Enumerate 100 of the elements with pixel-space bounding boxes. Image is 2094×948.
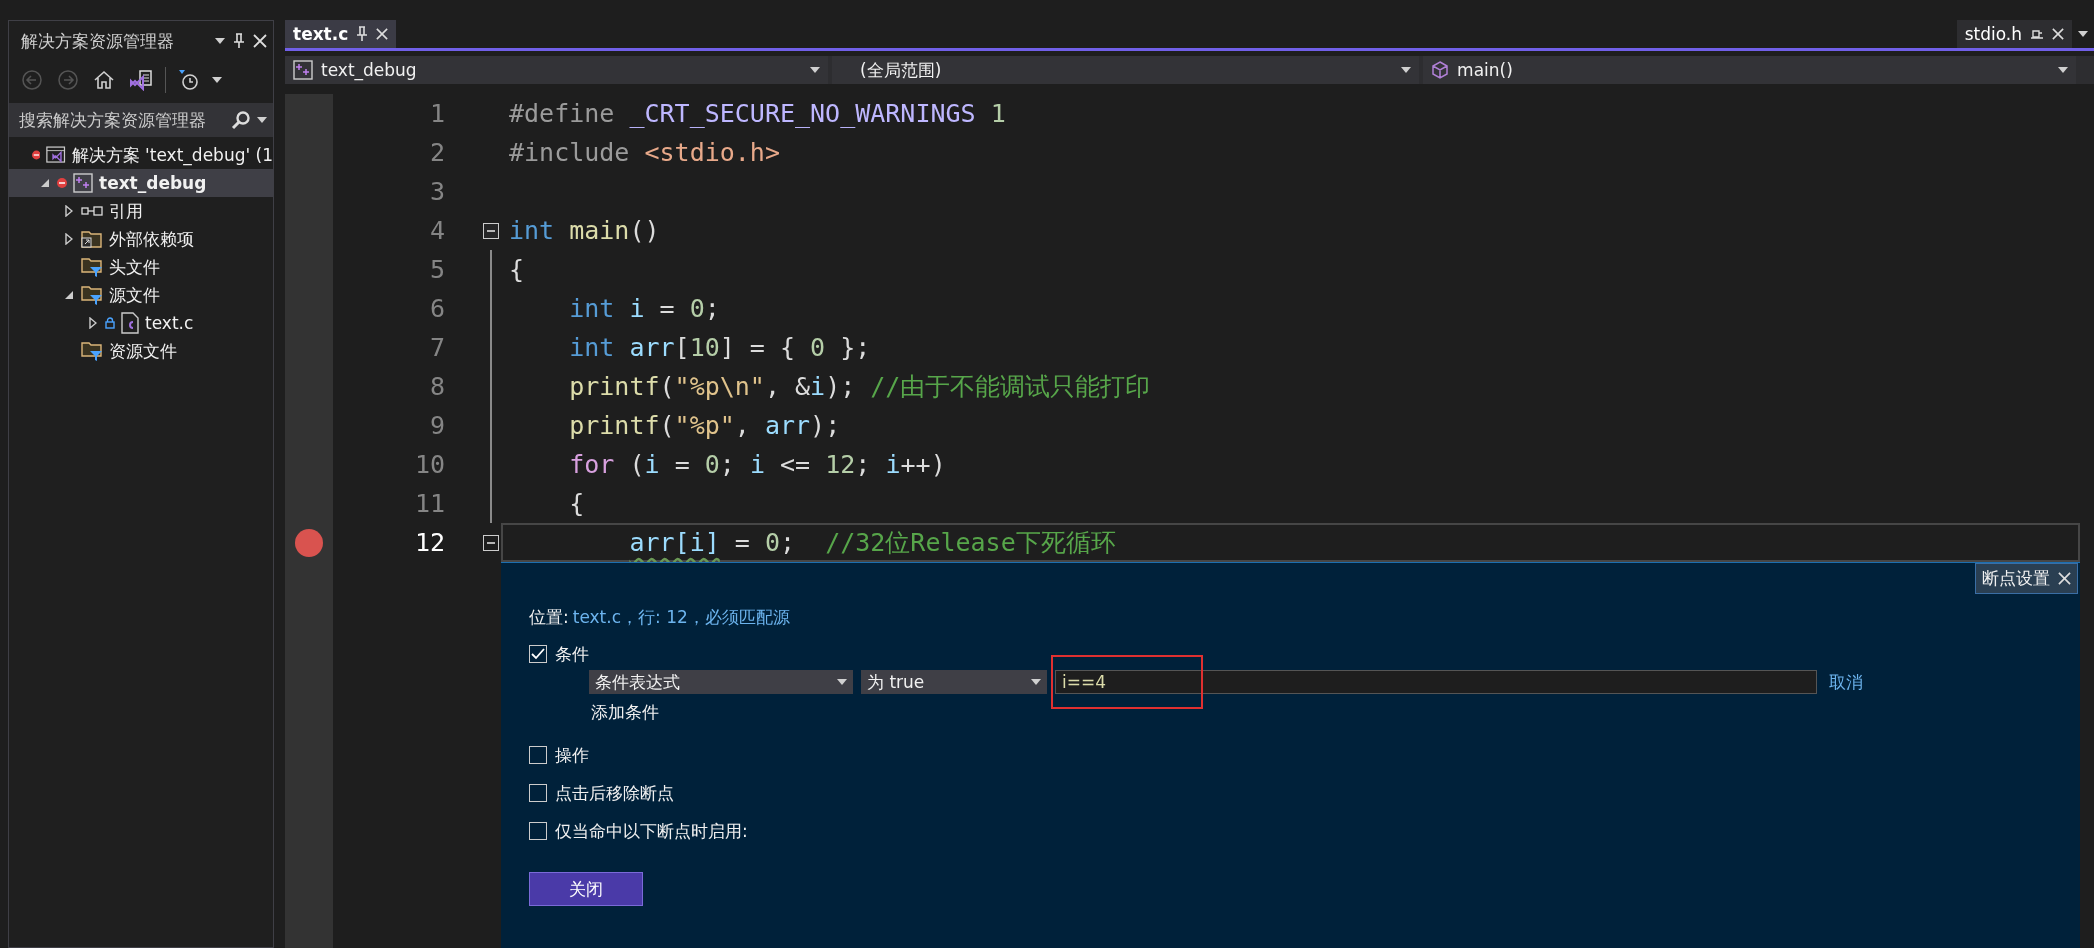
line-number: 10 xyxy=(413,450,445,479)
line-number: 8 xyxy=(428,372,445,401)
scope-dropdown[interactable]: (全局范围) xyxy=(832,56,1420,84)
checkbox-label: 条件 xyxy=(555,642,589,666)
condition-mode-dropdown[interactable]: 为 true xyxy=(861,670,1047,694)
caret-icon xyxy=(837,679,847,685)
close-icon[interactable] xyxy=(2058,572,2071,585)
code-token: }; xyxy=(839,333,871,362)
close-icon[interactable] xyxy=(253,34,267,48)
condition-type-dropdown[interactable]: 条件表达式 xyxy=(589,670,853,694)
code-token: ( xyxy=(628,450,645,479)
code-token: ; xyxy=(855,450,871,479)
code-token: 10 xyxy=(689,333,720,362)
code-token: { xyxy=(568,489,585,518)
code-token: 0 xyxy=(688,294,705,323)
close-icon[interactable] xyxy=(2052,28,2064,40)
caret-icon xyxy=(810,67,821,73)
checkbox[interactable] xyxy=(529,784,547,802)
close-button[interactable]: 关闭 xyxy=(529,872,643,906)
search-icon[interactable] xyxy=(231,110,251,130)
member-dropdown[interactable]: main() xyxy=(1423,56,2076,84)
code-token: for xyxy=(568,450,615,479)
checkbox[interactable] xyxy=(529,822,547,840)
tree-item[interactable]: 源文件 xyxy=(9,281,273,309)
caret-icon xyxy=(215,38,225,44)
checkbox[interactable] xyxy=(529,645,547,663)
code-token: //由于不能调试只能打印 xyxy=(869,371,1151,403)
line-number: 2 xyxy=(428,138,445,167)
folder-shortcut-icon xyxy=(81,229,103,249)
code-token: 0 xyxy=(763,528,780,557)
pin-icon[interactable] xyxy=(356,26,369,42)
tree-item[interactable]: 外部依赖项 xyxy=(9,225,273,253)
tree-item[interactable]: 引用 xyxy=(9,197,273,225)
code-token: i xyxy=(644,450,660,479)
collapsed-arrow-icon[interactable] xyxy=(65,233,73,245)
keep-open-icon[interactable] xyxy=(2030,28,2044,40)
tree-item[interactable]: 资源文件 xyxy=(9,337,273,365)
project-dropdown[interactable]: text_debug xyxy=(285,56,829,84)
caret-icon xyxy=(1401,67,1412,73)
tree-item[interactable]: text_debug xyxy=(9,169,273,197)
code-token: 12 xyxy=(824,450,856,479)
panel-title: 解决方案资源管理器 xyxy=(21,29,175,53)
breakpoint-icon[interactable] xyxy=(294,527,324,558)
line-number: 11 xyxy=(413,489,445,518)
line-number: 3 xyxy=(428,177,445,206)
project-icon xyxy=(73,173,93,193)
checkbox-label: 点击后移除断点 xyxy=(555,781,674,805)
filter-folder-icon xyxy=(81,256,103,278)
expression-field[interactable]: i==4 xyxy=(1055,670,1817,694)
collapsed-arrow-icon[interactable] xyxy=(65,205,73,217)
tree-item-label: 解决方案 'text_debug' (1 xyxy=(71,143,273,167)
tree-item-label: text_debug xyxy=(99,173,207,193)
tree-item-label: text.c xyxy=(145,313,194,333)
code-token: ( xyxy=(659,411,675,440)
code-token: "%p" xyxy=(674,411,735,440)
reference-icon xyxy=(81,205,103,217)
caret-icon xyxy=(257,117,267,123)
checkbox[interactable] xyxy=(529,746,547,764)
panel-tab[interactable]: 断点设置 xyxy=(1975,563,2078,594)
code-token: 0 xyxy=(703,450,720,479)
location-link[interactable]: text.c，行: 12，必须匹配源 xyxy=(572,606,790,629)
tree-item[interactable]: 头文件 xyxy=(9,253,273,281)
code-token: , xyxy=(734,411,750,440)
c-file-icon xyxy=(121,312,139,334)
collapse-icon[interactable] xyxy=(483,222,499,239)
expanded-arrow-icon[interactable] xyxy=(64,290,74,300)
close-icon[interactable] xyxy=(376,28,389,40)
preview-tab[interactable]: stdio.h xyxy=(1956,20,2072,48)
toolbar-button[interactable] xyxy=(127,67,155,93)
collapse-icon[interactable] xyxy=(483,534,499,551)
add-condition-link[interactable]: 添加条件 xyxy=(591,702,659,722)
caret-icon xyxy=(2058,67,2068,73)
tree-item-label: 外部依赖项 xyxy=(109,227,194,251)
code-token: ; xyxy=(704,294,720,323)
collapsed-arrow-icon[interactable] xyxy=(89,317,97,329)
caret-icon xyxy=(212,77,222,83)
line-number: 9 xyxy=(428,411,445,440)
search-field[interactable]: 搜索解决方案资源管理器 xyxy=(9,103,273,137)
code-token: "%p\n" xyxy=(674,372,765,401)
line-number: 7 xyxy=(428,333,445,362)
code-token: <stdio.h> xyxy=(643,138,780,167)
editor-tab[interactable]: text.c xyxy=(285,20,397,48)
code-token: = xyxy=(673,450,690,479)
code-token: //32位Release下死循环 xyxy=(824,527,1116,559)
cancel-link[interactable]: 取消 xyxy=(1829,670,1863,694)
code-token: _CRT_SECURE_NO_WARNINGS xyxy=(628,99,976,128)
line-number: 6 xyxy=(428,294,445,323)
solution-icon xyxy=(46,145,66,165)
pin-icon[interactable] xyxy=(233,33,245,49)
code-token: i xyxy=(884,450,901,479)
tree-item[interactable]: text.c xyxy=(9,309,273,337)
code-token: int xyxy=(509,216,555,245)
expanded-arrow-icon[interactable] xyxy=(40,178,50,188)
code-token: = xyxy=(733,528,750,557)
code-token: main xyxy=(568,216,630,245)
code-token: = xyxy=(658,294,675,323)
tree-item[interactable]: 解决方案 'text_debug' (1 xyxy=(9,141,273,169)
code-token: ; xyxy=(719,450,735,479)
code-token: ); xyxy=(810,411,841,440)
code-token: #include xyxy=(509,138,630,167)
